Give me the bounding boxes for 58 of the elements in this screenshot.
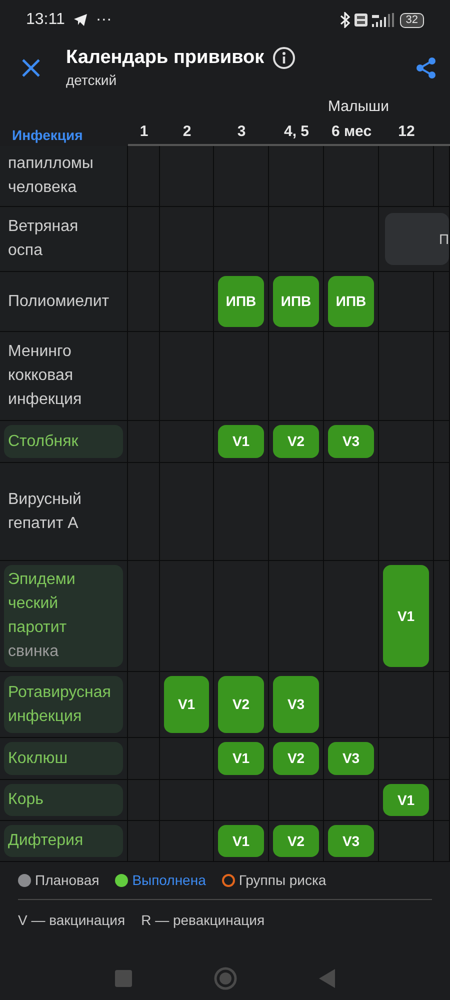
info-icon[interactable] <box>272 46 296 70</box>
schedule-cell <box>324 146 379 207</box>
vaccine-mark[interactable]: ИПВ <box>273 276 319 327</box>
infection-name: Столбняк <box>7 432 80 452</box>
column-header: 2 <box>182 122 192 142</box>
bluetooth-icon <box>340 12 350 28</box>
vaccine-mark[interactable]: V1 <box>218 425 264 458</box>
legend-label: Выполнена <box>132 871 206 890</box>
legend-label: Плановая <box>35 871 100 890</box>
close-icon[interactable] <box>20 57 42 79</box>
infection-name: Ротавирусная инфекция <box>7 682 112 726</box>
abbreviation-note: R — ревакцинация <box>141 911 265 930</box>
infection-name: Коклюш <box>7 748 69 768</box>
infection-name: Дифтерия <box>7 831 84 851</box>
column-header: 6 мес <box>331 122 372 142</box>
paper-plane-icon <box>72 13 88 27</box>
vaccine-mark[interactable]: V1 <box>383 565 429 667</box>
group-label: Малыши <box>328 98 389 115</box>
vaccine-mark[interactable]: V2 <box>273 825 319 857</box>
vaccine-mark[interactable]: V1 <box>383 784 429 816</box>
volte-icon <box>354 13 368 27</box>
schedule-cell <box>214 146 269 207</box>
infection-name: Менинго кокковая инфекция <box>7 342 83 410</box>
vaccine-mark[interactable]: V3 <box>328 825 374 857</box>
vaccine-mark[interactable]: V1 <box>164 676 209 733</box>
infection-name: папилломы человека <box>7 154 94 198</box>
screen-title: Календарь прививок <box>66 46 264 68</box>
infection-name: Эпидеми ческий паротит свинка <box>7 570 76 662</box>
vaccine-mark[interactable]: ИПВ <box>218 276 264 327</box>
column-header: 1 <box>140 122 148 142</box>
battery-indicator: 32 <box>400 12 424 28</box>
more-indicator: ··· <box>96 10 112 30</box>
clock-text: 13:11 <box>26 10 65 30</box>
vaccine-mark[interactable]: V3 <box>273 676 319 733</box>
column-header: 4, 5 <box>284 122 310 142</box>
vaccine-mark[interactable]: П <box>385 213 449 265</box>
column-header: Инфекция <box>12 127 83 143</box>
infection-name: Вирусный гепатит А <box>7 490 82 534</box>
schedule-cell <box>269 146 324 207</box>
vaccine-mark[interactable]: ИПВ <box>328 276 374 327</box>
vaccine-mark[interactable]: V1 <box>218 742 264 775</box>
column-header: 3 <box>237 122 246 142</box>
infection-name: Ветряная оспа <box>7 217 80 261</box>
vaccine-mark[interactable]: V3 <box>328 742 374 775</box>
share-icon[interactable] <box>416 57 436 79</box>
vaccine-mark[interactable]: V2 <box>273 425 319 458</box>
schedule-cell <box>160 146 214 207</box>
vaccine-mark[interactable]: V2 <box>218 676 264 733</box>
vaccine-mark[interactable]: V3 <box>328 425 374 458</box>
abbreviation-note: V — вакцинация <box>18 911 126 930</box>
infection-name: Корь <box>7 790 44 810</box>
infection-name: Полиомиелит <box>7 292 110 312</box>
signal-icon <box>372 12 396 28</box>
screen-subtitle: детский <box>66 70 118 90</box>
vaccine-mark[interactable]: V1 <box>218 825 264 857</box>
legend-label: Группы риска <box>238 871 326 890</box>
column-header: 12 <box>398 122 415 142</box>
vaccine-mark[interactable]: V2 <box>273 742 319 775</box>
